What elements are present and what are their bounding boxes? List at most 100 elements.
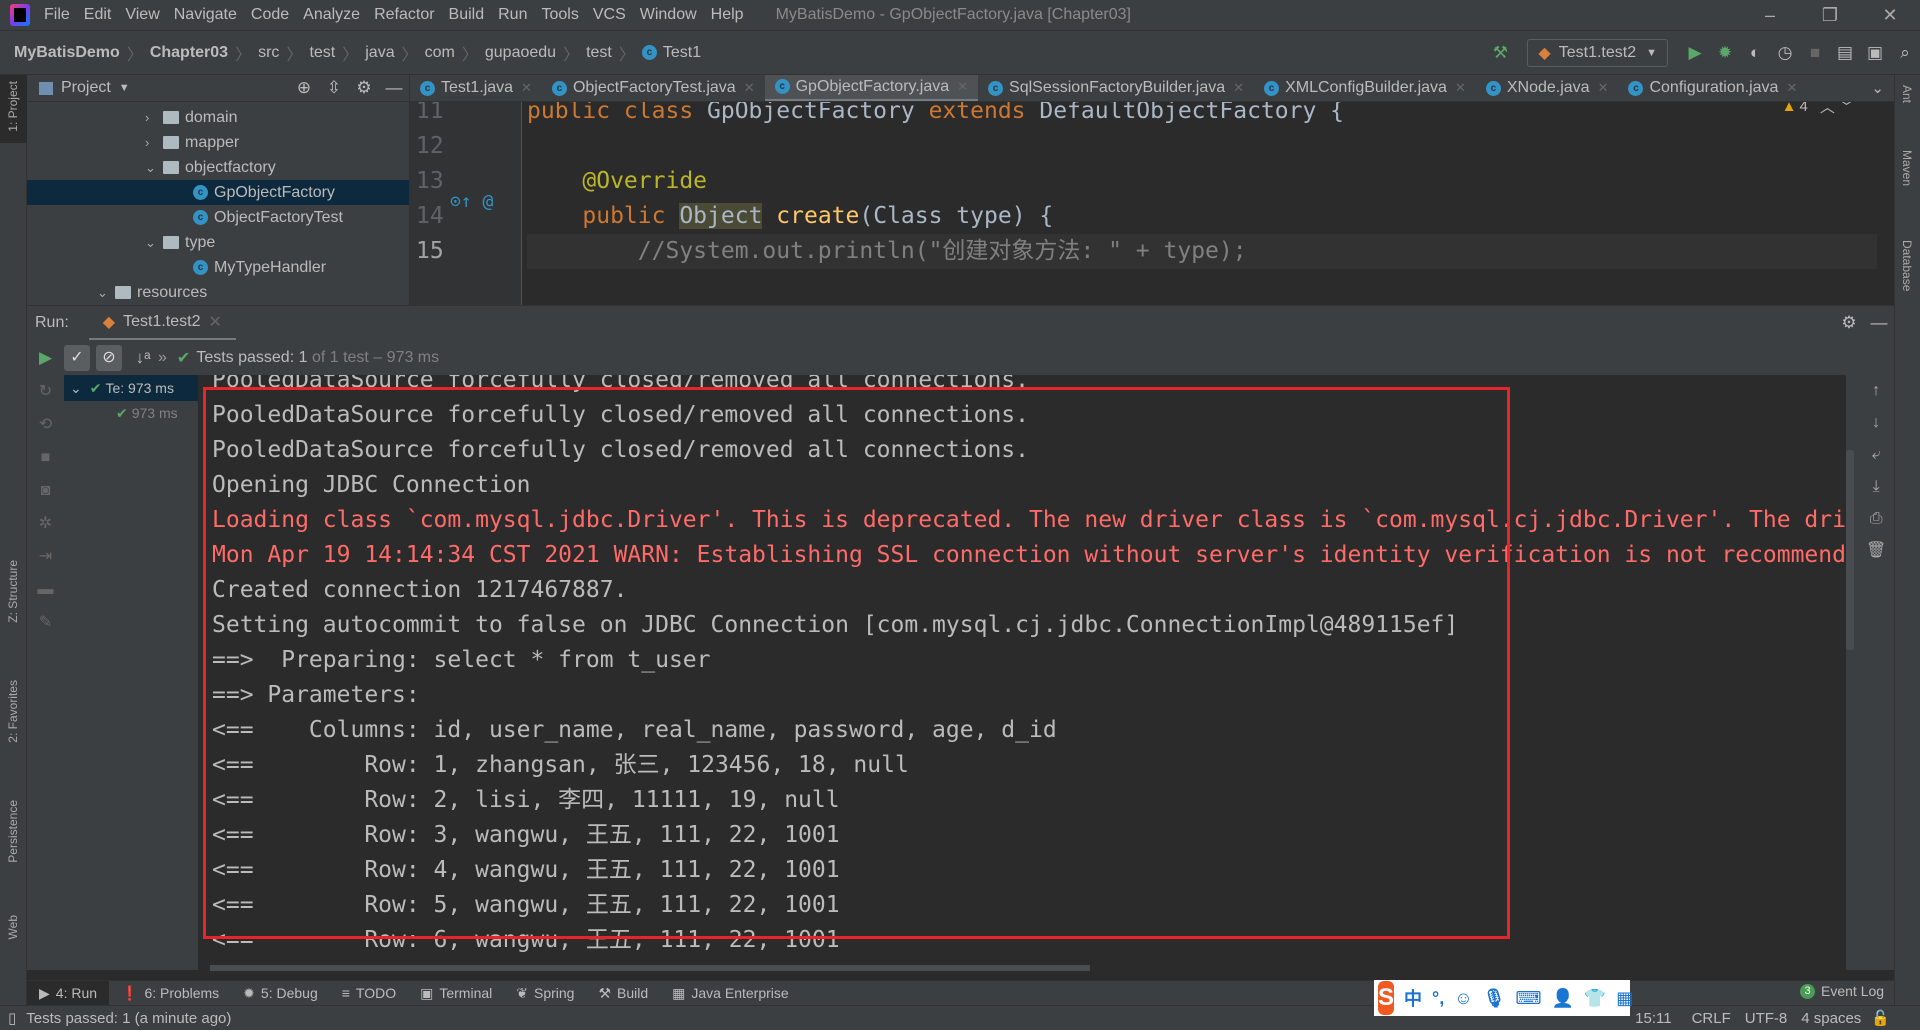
tool-tab[interactable]: ⚒ Build [586, 981, 660, 1006]
chevron-right-icon[interactable]: › [145, 135, 163, 150]
close-tab-icon[interactable]: ✕ [1598, 80, 1609, 96]
layout-icon[interactable]: ▬ [27, 573, 64, 606]
project-tool-button[interactable]: 1: Project [6, 81, 20, 132]
menu-run[interactable]: Run [498, 6, 527, 24]
favorites-tool-button[interactable]: 2: Favorites [6, 680, 20, 743]
hide-panel-icon[interactable]: — [1864, 313, 1894, 333]
ime-punctuation[interactable]: °, [1432, 988, 1444, 1009]
close-tab-icon[interactable]: ✕ [1786, 80, 1797, 96]
gear-icon[interactable]: ⚙ [349, 78, 379, 98]
web-tool-button[interactable]: Web [6, 915, 20, 939]
event-log-button[interactable]: 3 Event Log [1800, 983, 1884, 999]
menu-edit[interactable]: Edit [84, 6, 112, 24]
debug-icon[interactable]: ✹ [1710, 43, 1740, 63]
pin-icon[interactable]: ✎ [27, 606, 64, 639]
scroll-up-icon[interactable]: ↑ [1866, 375, 1886, 407]
menu-view[interactable]: View [125, 6, 159, 24]
project-tree-item[interactable]: ⌄ objectfactory [27, 155, 409, 180]
menu-refactor[interactable]: Refactor [374, 6, 434, 24]
project-tree-item[interactable]: c GpObjectFactory [27, 180, 409, 205]
scroll-down-icon[interactable]: ↓ [1866, 407, 1886, 439]
breadcrumb-item[interactable]: java [365, 44, 394, 62]
close-window-button[interactable]: ✕ [1860, 5, 1920, 26]
minimize-button[interactable]: – [1740, 5, 1800, 26]
stop-icon[interactable]: ■ [27, 441, 64, 474]
microphone-icon[interactable]: 🎙 [1483, 988, 1506, 1009]
console-hscrollbar[interactable] [198, 965, 1846, 973]
emoji-icon[interactable]: ☺ [1454, 988, 1472, 1009]
stop-icon[interactable]: ■ [1800, 43, 1830, 63]
tool-tab[interactable]: ❦ Spring [504, 981, 586, 1006]
close-tab-icon[interactable]: ✕ [744, 80, 755, 96]
camera-icon[interactable]: ◙ [27, 474, 64, 507]
breadcrumb-item[interactable]: MyBatisDemo [14, 44, 120, 62]
gear-icon[interactable]: ⚙ [1834, 313, 1864, 333]
run-tab[interactable]: ◆ Test1.test2 ✕ [88, 306, 236, 341]
tool-tab[interactable]: ❗ 6: Problems [109, 981, 231, 1006]
tool-tab[interactable]: ≡ TODO [330, 981, 408, 1006]
project-structure-icon[interactable]: ▤ [1830, 43, 1860, 63]
chevron-down-icon[interactable]: ⌄ [145, 235, 163, 251]
breadcrumb-item[interactable]: src [258, 44, 279, 62]
tool-tab[interactable]: ▶ 4: Run [27, 980, 110, 1006]
editor-tab[interactable]: c XMLConfigBuilder.java ✕ [1254, 75, 1476, 101]
trash-icon[interactable]: 🗑 [1866, 535, 1886, 567]
database-tool-button[interactable]: Database [1900, 240, 1914, 291]
editor-tab[interactable]: c Test1.java ✕ [410, 75, 542, 101]
ant-tool-button[interactable]: Ant [1900, 85, 1914, 103]
editor-tab[interactable]: c XNode.java ✕ [1476, 75, 1619, 101]
grid-menu-icon[interactable]: ▦ [1616, 988, 1633, 1009]
soft-wrap-icon[interactable]: ⤶ [1866, 439, 1886, 471]
console-scrollbar[interactable] [1846, 450, 1854, 650]
line-separator[interactable]: CRLF [1692, 1010, 1731, 1027]
test-tree-root[interactable]: ⌄ ✔ Te: 973 ms [64, 375, 198, 401]
hide-icon[interactable]: — [379, 78, 409, 98]
close-tab-icon[interactable]: ✕ [521, 80, 532, 96]
restore-button[interactable]: ❐ [1800, 5, 1860, 26]
search-icon[interactable]: ⌕ [1890, 43, 1920, 63]
menu-help[interactable]: Help [711, 6, 744, 24]
tool-tab[interactable]: ✹ 5: Debug [231, 981, 330, 1006]
print-icon[interactable]: ⎙ [1866, 503, 1886, 535]
breadcrumb-item[interactable]: com [425, 44, 455, 62]
menu-tools[interactable]: Tools [541, 6, 578, 24]
exit-icon[interactable]: ⇥ [27, 540, 64, 573]
ime-language[interactable]: 中 [1404, 985, 1422, 1011]
skin-icon[interactable]: 👕 [1584, 988, 1606, 1009]
project-tree-item[interactable]: ⌄ type [27, 230, 409, 255]
scroll-to-end-icon[interactable]: ⤓ [1866, 471, 1886, 503]
tool-tab[interactable]: ▣ Terminal [408, 981, 504, 1006]
chevron-down-icon[interactable]: ⌄ [97, 285, 115, 301]
tabs-overflow-icon[interactable]: ⌄ [1861, 79, 1894, 97]
chevron-down-icon[interactable]: ⌄ [145, 160, 163, 176]
show-passed-toggle[interactable]: ✓ [64, 344, 90, 371]
menu-code[interactable]: Code [251, 6, 289, 24]
editor-tab[interactable]: c SqlSessionFactoryBuilder.java ✕ [978, 75, 1254, 101]
override-marker-icon[interactable]: ⊙↑ @ [450, 191, 493, 212]
close-tab-icon[interactable]: ✕ [1233, 80, 1244, 96]
rerun-failed-icon[interactable]: ↻ [27, 375, 64, 408]
collapse-all-icon[interactable]: ⇳ [319, 78, 349, 98]
menu-build[interactable]: Build [449, 6, 485, 24]
lock-icon[interactable]: 🔓 [1871, 1009, 1890, 1027]
project-tree-item[interactable]: ⌄ resources [27, 280, 409, 305]
project-view-select[interactable]: Project [61, 79, 111, 97]
editor-tab[interactable]: c Configuration.java ✕ [1618, 75, 1807, 101]
inspection-widget[interactable]: ▲ 4 ︿ ﹀ [1782, 102, 1854, 117]
terminal-icon[interactable]: ▣ [1860, 43, 1890, 63]
menu-file[interactable]: File [44, 6, 70, 24]
persistence-tool-button[interactable]: Persistence [6, 800, 20, 863]
code-editor[interactable]: 11 12 13 14 15 ⊙↑ @ public class GpObjectFact… [410, 102, 1894, 305]
menu-analyze[interactable]: Analyze [303, 6, 360, 24]
project-tree-item[interactable]: › domain [27, 105, 409, 130]
breadcrumb-item[interactable]: test [309, 44, 335, 62]
locate-icon[interactable]: ⊕ [289, 78, 319, 98]
settings-icon[interactable]: ✲ [27, 507, 64, 540]
close-tab-icon[interactable]: ✕ [1455, 80, 1466, 96]
editor-tab[interactable]: c ObjectFactoryTest.java ✕ [542, 75, 765, 101]
indent-setting[interactable]: 4 spaces [1801, 1010, 1861, 1027]
file-encoding[interactable]: UTF-8 [1745, 1010, 1788, 1027]
run-config-select[interactable]: ◆ Test1.test2 ▼ [1527, 38, 1668, 67]
close-tab-icon[interactable]: ✕ [208, 312, 221, 332]
project-tree-item[interactable]: c MyTypeHandler [27, 255, 409, 280]
